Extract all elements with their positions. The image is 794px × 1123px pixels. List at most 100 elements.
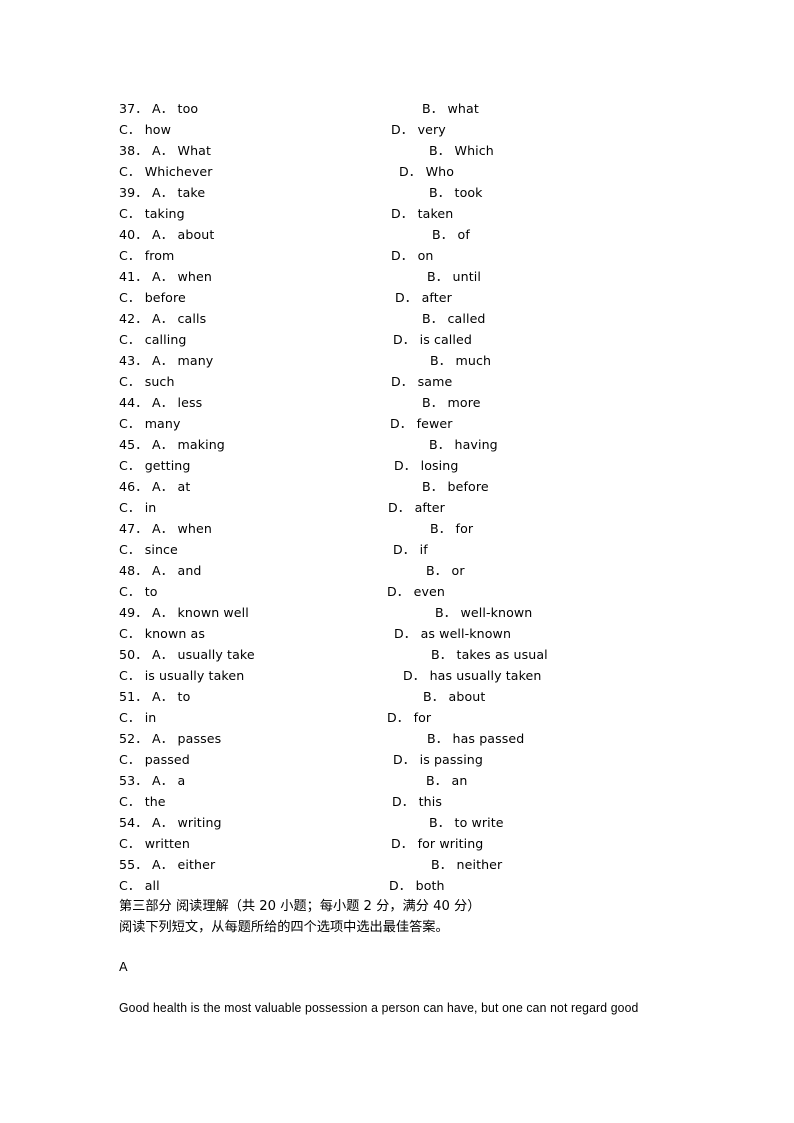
option-row: C． known as D． as well-known — [119, 623, 719, 644]
option-right: B． to write — [429, 815, 504, 830]
option-left: C． known as — [119, 626, 206, 641]
option-row: C． all D． both — [119, 875, 719, 896]
option-left: 41． A． when — [119, 269, 212, 284]
option-row: 40． A． about B． of — [119, 224, 719, 245]
option-left: 44． A． less — [119, 395, 203, 410]
option-row: 48． A． and B． or — [119, 560, 719, 581]
option-right: D． same — [391, 374, 453, 389]
option-row: C． the D． this — [119, 791, 719, 812]
option-row: C． in D． after — [119, 497, 719, 518]
option-left: C． written — [119, 836, 190, 851]
option-row: C． Whichever D． Who — [119, 161, 719, 182]
option-left: 54． A． writing — [119, 815, 222, 830]
option-row: 52． A． passes B． has passed — [119, 728, 719, 749]
option-left: 53． A． a — [119, 773, 186, 788]
option-left: C． taking — [119, 206, 185, 221]
option-right: D． has usually taken — [403, 668, 542, 683]
option-right: D． this — [392, 794, 442, 809]
option-left: 48． A． and — [119, 563, 202, 578]
option-right: B． more — [422, 395, 481, 410]
option-row: 55． A． either B． neither — [119, 854, 719, 875]
option-right: B． what — [422, 101, 479, 116]
option-left: C． getting — [119, 458, 191, 473]
option-row: C． before D． after — [119, 287, 719, 308]
passage-a-text: Good health is the most valuable possess… — [119, 1000, 639, 1015]
option-right: B． called — [422, 311, 486, 326]
option-left: C． since — [119, 542, 178, 557]
option-right: D． as well-known — [394, 626, 512, 641]
option-right: D． taken — [391, 206, 454, 221]
option-row: 53． A． a B． an — [119, 770, 719, 791]
passage-a-label: A — [119, 959, 128, 974]
option-right: B． took — [429, 185, 483, 200]
option-right: B． or — [426, 563, 465, 578]
option-right: B． for — [430, 521, 474, 536]
option-right: D． very — [391, 122, 446, 137]
option-left: C． how — [119, 122, 171, 137]
option-right: B． much — [430, 353, 492, 368]
option-right: D． after — [395, 290, 452, 305]
option-row: C． in D． for — [119, 707, 719, 728]
option-right: B． until — [427, 269, 481, 284]
option-row: 51． A． to B． about — [119, 686, 719, 707]
document-page: 37． A． too B． what C． how D． very 38． A． Wha… — [0, 0, 794, 1123]
option-row: C． many D． fewer — [119, 413, 719, 434]
option-right: D． both — [389, 878, 445, 893]
option-row: C． such D． same — [119, 371, 719, 392]
option-row: C． taking D． taken — [119, 203, 719, 224]
option-right: D． after — [388, 500, 445, 515]
option-row: C． calling D． is called — [119, 329, 719, 350]
option-left: C． the — [119, 794, 166, 809]
option-row: 43． A． many B． much — [119, 350, 719, 371]
option-left: 50． A． usually take — [119, 647, 255, 662]
option-right: D． if — [393, 542, 428, 557]
option-row: C． to D． even — [119, 581, 719, 602]
option-row: 49． A． known well B． well-known — [119, 602, 719, 623]
option-row: 54． A． writing B． to write — [119, 812, 719, 833]
option-right: B． about — [423, 689, 486, 704]
option-row: C． is usually taken D． has usually taken — [119, 665, 719, 686]
option-row: C． since D． if — [119, 539, 719, 560]
option-row: C． passed D． is passing — [119, 749, 719, 770]
option-left: C． in — [119, 500, 157, 515]
option-right: B． well-known — [435, 605, 533, 620]
cloze-options-list: 37． A． too B． what C． how D． very 38． A． Wha… — [119, 98, 719, 896]
option-right: B． neither — [431, 857, 503, 872]
option-left: 55． A． either — [119, 857, 216, 872]
option-row: C． getting D． losing — [119, 455, 719, 476]
option-left: C． Whichever — [119, 164, 213, 179]
option-left: 45． A． making — [119, 437, 225, 452]
option-row: 45． A． making B． having — [119, 434, 719, 455]
option-right: D． Who — [399, 164, 455, 179]
option-left: 52． A． passes — [119, 731, 222, 746]
option-left: C． is usually taken — [119, 668, 245, 683]
option-row: 38． A． What B． Which — [119, 140, 719, 161]
option-row: C． written D． for writing — [119, 833, 719, 854]
option-left: C． before — [119, 290, 186, 305]
option-right: D． fewer — [390, 416, 453, 431]
option-left: 39． A． take — [119, 185, 206, 200]
option-left: C． from — [119, 248, 175, 263]
option-left: C． such — [119, 374, 175, 389]
option-left: 46． A． at — [119, 479, 191, 494]
option-left: C． in — [119, 710, 157, 725]
page-content: 37． A． too B． what C． how D． very 38． A． Wha… — [119, 98, 719, 1018]
option-right: B． having — [429, 437, 498, 452]
option-row: 39． A． take B． took — [119, 182, 719, 203]
option-right: B． before — [422, 479, 489, 494]
option-right: D． on — [391, 248, 434, 263]
option-row: 46． A． at B． before — [119, 476, 719, 497]
option-left: C． to — [119, 584, 158, 599]
section-spacer-top — [119, 938, 719, 956]
option-row: C． how D． very — [119, 119, 719, 140]
option-left: C． all — [119, 878, 160, 893]
option-right: B． has passed — [427, 731, 525, 746]
option-row: 37． A． too B． what — [119, 98, 719, 119]
option-row: 41． A． when B． until — [119, 266, 719, 287]
option-left: 43． A． many — [119, 353, 214, 368]
option-right: D． is called — [393, 332, 472, 347]
option-left: 51． A． to — [119, 689, 191, 704]
section-spacer-mid — [119, 977, 719, 997]
part-three-instruction: 阅读下列短文，从每题所给的四个选项中选出最佳答案。 — [119, 920, 449, 935]
option-row: 44． A． less B． more — [119, 392, 719, 413]
